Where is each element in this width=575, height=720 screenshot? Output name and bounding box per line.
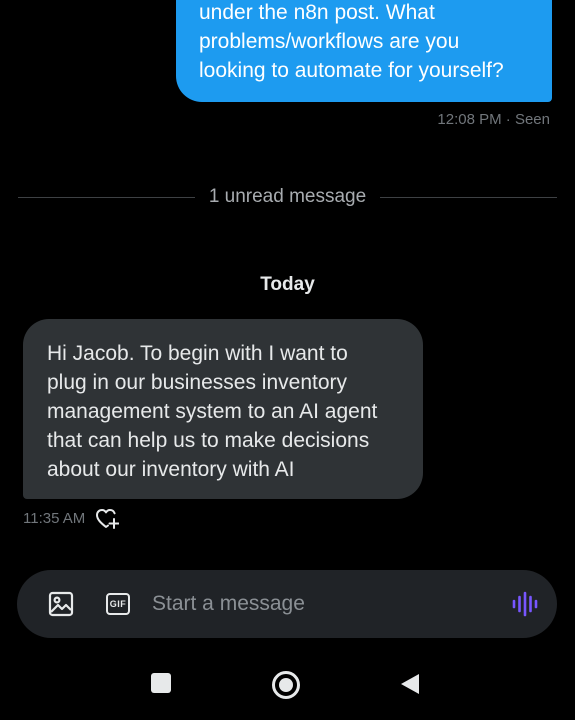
sent-message-line: problems/workflows are you [199,30,460,53]
voice-wave-icon[interactable] [511,590,539,618]
circle-icon[interactable] [271,670,301,700]
sent-message-line: under the n8n post. What [199,1,435,24]
message-composer: GIF [17,570,557,638]
unread-divider-label: 1 unread message [208,186,367,207]
divider-line [18,196,195,198]
heart-plus-icon[interactable] [95,507,120,529]
received-message-line: management system to an AI agent [47,400,378,423]
day-label: Today [260,274,315,295]
received-message-line: Hi Jacob. To begin with I want to [47,342,348,365]
gif-label: GIF [106,593,130,615]
received-message-bubble[interactable]: Hi Jacob. To begin with I want to plug i… [23,319,423,499]
gif-icon[interactable]: GIF [106,593,130,615]
received-message-line: about our inventory with AI [47,458,295,481]
message-input[interactable] [152,592,511,616]
sent-message-line: looking to automate for yourself? [199,59,504,82]
received-message-line: that can help us to make decisions [47,429,370,452]
image-icon[interactable] [47,590,75,618]
square-icon[interactable] [150,672,172,694]
sent-message-timestamp: 12:08 PM · Seen [437,111,550,128]
triangle-back-icon[interactable] [398,672,422,696]
unread-divider: 1 unread message [18,182,558,212]
received-message-meta: 11:35 AM [23,507,120,529]
sent-message-bubble[interactable]: under the n8n post. What problems/workfl… [176,0,552,102]
received-message-line: plug in our businesses inventory [47,371,348,394]
received-message-timestamp: 11:35 AM [23,509,86,527]
divider-line [380,196,558,198]
system-nav-bar [0,660,575,710]
